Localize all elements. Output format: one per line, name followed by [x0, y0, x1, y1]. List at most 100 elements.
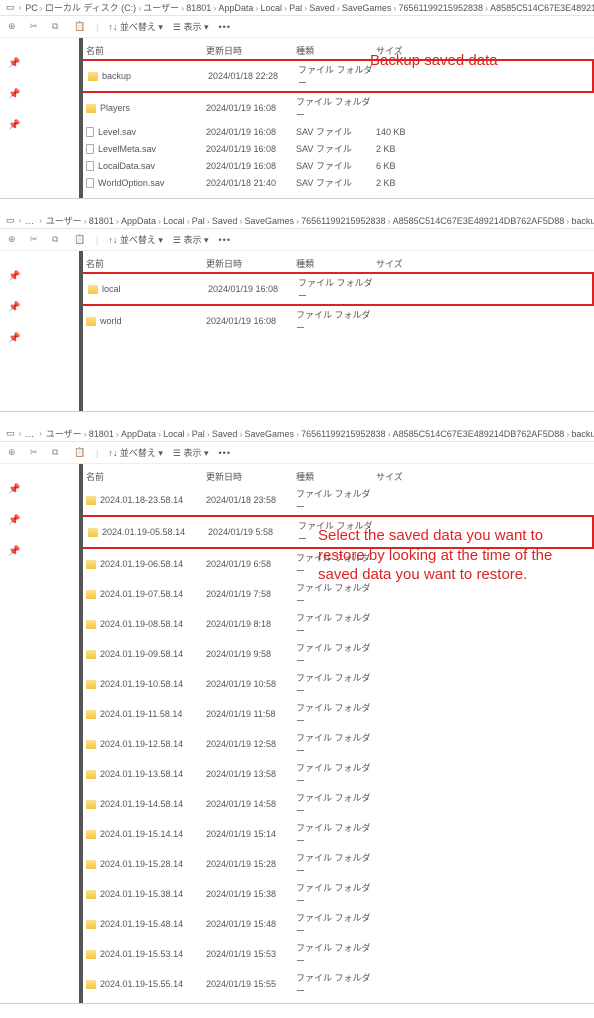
col-type[interactable]: 種類: [296, 257, 376, 270]
col-date[interactable]: 更新日時: [206, 470, 296, 483]
pin-icon[interactable]: 📌: [8, 302, 71, 313]
breadcrumb-segment[interactable]: AppData: [218, 3, 253, 13]
breadcrumb-segment[interactable]: Pal: [192, 429, 205, 439]
breadcrumb-segment[interactable]: 76561199215952838: [301, 216, 385, 226]
more-icon[interactable]: •••: [219, 235, 231, 245]
col-name[interactable]: 名前: [86, 44, 206, 57]
breadcrumb-segment[interactable]: ユーザー: [143, 3, 179, 13]
breadcrumb-segment[interactable]: backup: [571, 216, 594, 226]
table-row[interactable]: world 2024/01/19 16:08 ファイル フォルダー: [80, 306, 594, 336]
col-name[interactable]: 名前: [86, 257, 206, 270]
sort-button[interactable]: ↑↓ 並べ替え ▾: [108, 20, 163, 33]
breadcrumb-segment[interactable]: 76561199215952838: [301, 429, 385, 439]
table-row[interactable]: LevelMeta.sav 2024/01/19 16:08 SAV ファイル …: [80, 140, 594, 157]
breadcrumb-segment[interactable]: Local: [163, 429, 185, 439]
col-type[interactable]: 種類: [296, 470, 376, 483]
col-date[interactable]: 更新日時: [206, 44, 296, 57]
pin-icon[interactable]: 📌: [8, 333, 71, 344]
breadcrumb-segment[interactable]: A8585C514C67E3E489214DB762AF5D88: [393, 429, 565, 439]
paste-icon[interactable]: 📋: [74, 234, 86, 246]
table-row[interactable]: LocalData.sav 2024/01/19 16:08 SAV ファイル …: [80, 157, 594, 174]
col-date[interactable]: 更新日時: [206, 257, 296, 270]
cut-icon[interactable]: ✂: [30, 234, 42, 246]
more-icon[interactable]: •••: [219, 22, 231, 32]
breadcrumb-segment[interactable]: A8585C514C67E3E489214DB762AF5D88: [490, 3, 594, 13]
table-row[interactable]: 2024.01.19-12.58.14 2024/01/19 12:58 ファイ…: [80, 729, 594, 759]
view-button[interactable]: ☰ 表示 ▾: [173, 20, 209, 33]
col-size[interactable]: サイズ: [376, 470, 436, 483]
copy-icon[interactable]: ⧉: [52, 447, 64, 459]
breadcrumb-segment[interactable]: Saved: [212, 429, 238, 439]
table-row[interactable]: 2024.01.19-09.58.14 2024/01/19 9:58 ファイル…: [80, 639, 594, 669]
table-row[interactable]: 2024.01.19-10.58.14 2024/01/19 10:58 ファイ…: [80, 669, 594, 699]
breadcrumb-segment[interactable]: backup: [571, 429, 594, 439]
table-row[interactable]: 2024.01.19-15.28.14 2024/01/19 15:28 ファイ…: [80, 849, 594, 879]
new-icon[interactable]: ⊕: [8, 21, 20, 33]
new-icon[interactable]: ⊕: [8, 234, 20, 246]
breadcrumb-segment[interactable]: Saved: [309, 3, 335, 13]
paste-icon[interactable]: 📋: [74, 21, 86, 33]
column-headers[interactable]: 名前 更新日時 種類 サイズ: [80, 255, 594, 272]
breadcrumb-segment[interactable]: Pal: [289, 3, 302, 13]
sort-button[interactable]: ↑↓ 並べ替え ▾: [108, 446, 163, 459]
copy-icon[interactable]: ⧉: [52, 21, 64, 33]
breadcrumb[interactable]: ▭ › … › ユーザー › 81801 › AppData › Local ›…: [0, 426, 594, 442]
table-row[interactable]: 2024.01.19-08.58.14 2024/01/19 8:18 ファイル…: [80, 609, 594, 639]
table-row[interactable]: Level.sav 2024/01/19 16:08 SAV ファイル 140 …: [80, 123, 594, 140]
table-row[interactable]: 2024.01.19-15.14.14 2024/01/19 15:14 ファイ…: [80, 819, 594, 849]
breadcrumb-segment[interactable]: Saved: [212, 216, 238, 226]
pin-icon[interactable]: 📌: [8, 271, 71, 282]
table-row[interactable]: 2024.01.19-13.58.14 2024/01/19 13:58 ファイ…: [80, 759, 594, 789]
breadcrumb-segment[interactable]: Local: [163, 216, 185, 226]
breadcrumb-segment[interactable]: ユーザー: [46, 216, 82, 226]
breadcrumb-segment[interactable]: Pal: [192, 216, 205, 226]
table-row[interactable]: 2024.01.19-15.55.14 2024/01/19 15:55 ファイ…: [80, 969, 594, 999]
pin-icon[interactable]: 📌: [8, 515, 71, 526]
table-row[interactable]: 2024.01.19-15.38.14 2024/01/19 15:38 ファイ…: [80, 879, 594, 909]
breadcrumb-segment[interactable]: SaveGames: [244, 216, 294, 226]
breadcrumb-segment[interactable]: SaveGames: [244, 429, 294, 439]
pin-icon[interactable]: 📌: [8, 58, 71, 69]
copy-icon[interactable]: ⧉: [52, 234, 64, 246]
sort-button[interactable]: ↑↓ 並べ替え ▾: [108, 233, 163, 246]
column-headers[interactable]: 名前 更新日時 種類 サイズ: [80, 42, 594, 59]
table-row[interactable]: 2024.01.19-14.58.14 2024/01/19 14:58 ファイ…: [80, 789, 594, 819]
breadcrumb-segment[interactable]: A8585C514C67E3E489214DB762AF5D88: [393, 216, 565, 226]
new-icon[interactable]: ⊕: [8, 447, 20, 459]
pin-icon[interactable]: 📌: [8, 120, 71, 131]
pin-icon[interactable]: 📌: [8, 546, 71, 557]
table-row[interactable]: 2024.01.18-23.58.14 2024/01/18 23:58 ファイ…: [80, 485, 594, 515]
cut-icon[interactable]: ✂: [30, 447, 42, 459]
table-row[interactable]: backup 2024/01/18 22:28 ファイル フォルダー: [80, 59, 594, 93]
paste-icon[interactable]: 📋: [74, 447, 86, 459]
table-row[interactable]: WorldOption.sav 2024/01/18 21:40 SAV ファイ…: [80, 174, 594, 191]
breadcrumb-segment[interactable]: AppData: [121, 216, 156, 226]
more-icon[interactable]: •••: [219, 448, 231, 458]
breadcrumb-segment[interactable]: PC: [25, 3, 38, 13]
cut-icon[interactable]: ✂: [30, 21, 42, 33]
table-row[interactable]: local 2024/01/19 16:08 ファイル フォルダー: [80, 272, 594, 306]
table-row[interactable]: 2024.01.19-11.58.14 2024/01/19 11:58 ファイ…: [80, 699, 594, 729]
col-type[interactable]: 種類: [296, 44, 376, 57]
breadcrumb[interactable]: ▭ › PC › ローカル ディスク (C:) › ユーザー › 81801 ›…: [0, 0, 594, 16]
view-button[interactable]: ☰ 表示 ▾: [173, 446, 209, 459]
pin-icon[interactable]: 📌: [8, 484, 71, 495]
breadcrumb-segment[interactable]: 81801: [89, 216, 114, 226]
pin-icon[interactable]: 📌: [8, 89, 71, 100]
breadcrumb[interactable]: ▭ › … › ユーザー › 81801 › AppData › Local ›…: [0, 213, 594, 229]
breadcrumb-segment[interactable]: ユーザー: [46, 429, 82, 439]
col-name[interactable]: 名前: [86, 470, 206, 483]
breadcrumb-segment[interactable]: ローカル ディスク (C:): [45, 3, 136, 13]
table-row[interactable]: Players 2024/01/19 16:08 ファイル フォルダー: [80, 93, 594, 123]
column-headers[interactable]: 名前 更新日時 種類 サイズ: [80, 468, 594, 485]
view-button[interactable]: ☰ 表示 ▾: [173, 233, 209, 246]
table-row[interactable]: 2024.01.19-15.48.14 2024/01/19 15:48 ファイ…: [80, 909, 594, 939]
breadcrumb-segment[interactable]: 76561199215952838: [399, 3, 483, 13]
breadcrumb-segment[interactable]: 81801: [186, 3, 211, 13]
breadcrumb-segment[interactable]: 81801: [89, 429, 114, 439]
breadcrumb-segment[interactable]: Local: [261, 3, 283, 13]
table-row[interactable]: 2024.01.19-15.53.14 2024/01/19 15:53 ファイ…: [80, 939, 594, 969]
breadcrumb-segment[interactable]: SaveGames: [342, 3, 392, 13]
breadcrumb-segment[interactable]: AppData: [121, 429, 156, 439]
col-size[interactable]: サイズ: [376, 257, 436, 270]
